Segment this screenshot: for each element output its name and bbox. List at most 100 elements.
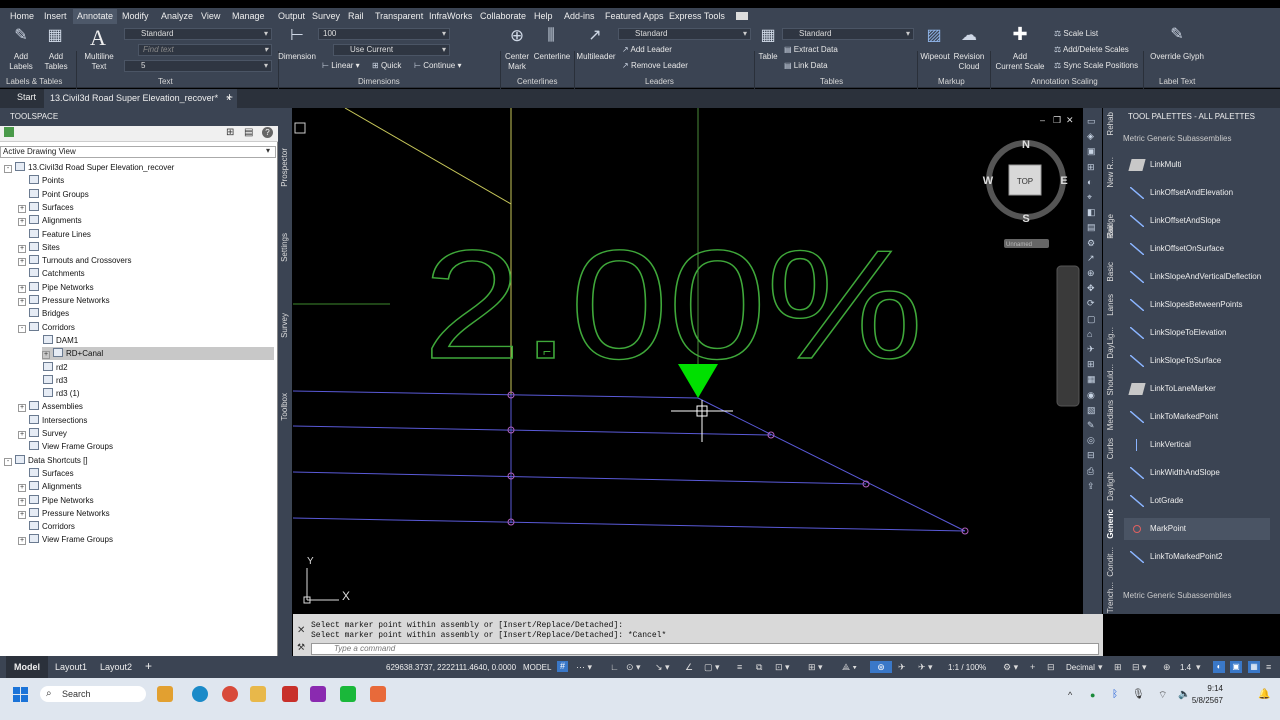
gear-icon[interactable]: ⚙ ▾ <box>1003 662 1018 673</box>
tree-item[interactable]: + Sites <box>18 241 60 254</box>
tray-chevron-up-icon[interactable]: ^ <box>1068 690 1072 700</box>
menu-view[interactable]: View <box>201 11 220 21</box>
export-icon[interactable]: ⇪ <box>1087 481 1095 492</box>
minimize-icon[interactable]: – <box>1040 115 1045 125</box>
override-glyph-button[interactable]: Override Glyph <box>1146 52 1208 62</box>
tree-item[interactable]: + Pipe Networks <box>18 494 94 507</box>
add-leader-button[interactable]: ↗ Add Leader <box>622 45 672 54</box>
osnap-tracking-icon[interactable]: ∠ <box>685 662 693 673</box>
table-style-select[interactable]: Standard <box>782 28 914 40</box>
tree-item[interactable]: + Pressure Networks <box>18 507 110 520</box>
multileader-button[interactable]: Multileader <box>575 52 617 62</box>
viewport-menu-icon[interactable] <box>294 122 306 134</box>
tree-item[interactable]: + Survey <box>18 427 67 440</box>
tree-item[interactable]: + RD+Canal <box>42 347 274 361</box>
viewcube[interactable]: TOP N S E W <box>983 139 1068 225</box>
wifi-icon[interactable]: ⌔ <box>1158 689 1167 702</box>
tree-item[interactable]: - Corridors <box>18 321 75 334</box>
palette-item[interactable]: LinkMulti <box>1124 154 1270 176</box>
quick-properties-icon[interactable]: ⊞ <box>1114 662 1122 673</box>
expand-icon[interactable]: + <box>18 431 26 439</box>
expand-icon[interactable]: + <box>18 244 26 253</box>
palette-tab-generic[interactable]: Generic <box>1106 509 1115 539</box>
palette-item[interactable]: LinkSlopeAndVerticalDeflection <box>1124 266 1270 288</box>
side-tab-survey[interactable]: Survey <box>280 313 289 338</box>
fly-icon[interactable]: ✈ <box>1087 344 1095 355</box>
continue-button[interactable]: ⊢ Continue ▾ <box>414 61 461 70</box>
units-icon[interactable]: ⊟ <box>1047 662 1055 673</box>
remove-leader-button[interactable]: ↗ Remove Leader <box>622 61 688 70</box>
model-space-toggle[interactable]: MODEL <box>523 663 551 672</box>
table-button[interactable]: Table <box>755 52 781 62</box>
dim-scale-select[interactable]: 100 <box>318 28 450 40</box>
tree-item[interactable]: + Pipe Networks <box>18 281 94 294</box>
menu-home[interactable]: Home <box>10 11 34 21</box>
drawing-view-select[interactable]: Active Drawing View <box>0 146 276 158</box>
tree-item[interactable]: + Assemblies <box>18 400 83 413</box>
tree-item[interactable]: - 13.Civil3d Road Super Elevation_recover <box>4 161 174 174</box>
measure-icon[interactable]: ✎ <box>1087 420 1095 431</box>
lineweight-icon[interactable]: ≡ <box>737 662 742 672</box>
palette-item[interactable]: LotGrade <box>1124 490 1270 512</box>
restore-icon[interactable]: ❐ <box>1053 115 1061 125</box>
expand-icon[interactable]: + <box>18 218 26 227</box>
palette-tab-new-r-[interactable]: New R... <box>1106 157 1115 188</box>
properties-icon[interactable]: ▭ <box>1087 116 1096 127</box>
civil3d-taskbar-icon[interactable] <box>310 686 326 702</box>
expand-icon[interactable]: + <box>18 204 26 213</box>
menu-survey[interactable]: Survey <box>312 11 340 21</box>
layer-icon[interactable]: ◈ <box>1087 131 1094 142</box>
tree-item[interactable]: - Data Shortcuts [] <box>4 454 88 467</box>
collapse-icon[interactable]: - <box>4 165 12 173</box>
tree-item[interactable]: Point Groups <box>18 188 89 201</box>
expand-icon[interactable]: + <box>18 284 26 293</box>
palette-item[interactable]: LinkOffsetOnSurface <box>1124 238 1270 260</box>
bluetooth-icon[interactable]: ᛒ <box>1112 689 1118 700</box>
ortho-icon[interactable]: ∟ <box>610 662 619 672</box>
ribbon-toggle-icon[interactable] <box>736 12 748 20</box>
tab-document[interactable]: 13.Civil3d Road Super Elevation_recover*… <box>44 89 238 108</box>
compass-w[interactable]: W <box>983 175 994 187</box>
line-taskbar-icon[interactable] <box>340 686 356 702</box>
ucs-menu-label[interactable]: Unnamed <box>1006 242 1032 248</box>
chevron-down-icon[interactable]: ▾ <box>1196 662 1201 673</box>
dimension-button[interactable]: Dimension <box>278 52 316 62</box>
menu-collaborate[interactable]: Collaborate <box>480 11 526 21</box>
expand-icon[interactable]: + <box>18 510 26 519</box>
tree-item[interactable]: + Pressure Networks <box>18 294 110 307</box>
tree-item[interactable]: rd3 <box>32 374 68 387</box>
compass-e[interactable]: E <box>1060 175 1067 187</box>
dim-layer-select[interactable]: Use Current <box>333 44 450 56</box>
palette-item[interactable]: LinkToMarkedPoint2 <box>1124 546 1270 568</box>
orbit-icon[interactable]: ⟳ <box>1087 298 1095 309</box>
palette-tab-curbs[interactable]: Curbs <box>1106 438 1115 459</box>
link-data-button[interactable]: ▤ Link Data <box>784 61 828 70</box>
window-icon[interactable]: ▢ <box>1087 314 1096 325</box>
close-viewport-icon[interactable]: ✕ <box>1066 115 1074 125</box>
add-current-scale-button[interactable]: Add Current Scale <box>994 52 1046 72</box>
scale-list-button[interactable]: ⚖ Scale List <box>1054 29 1098 38</box>
menu-output[interactable]: Output <box>278 11 305 21</box>
expand-icon[interactable]: + <box>18 537 26 546</box>
compass-n[interactable]: N <box>1022 139 1030 151</box>
side-tab-settings[interactable]: Settings <box>280 233 289 262</box>
tree-item[interactable]: Surfaces <box>18 467 74 480</box>
viewcube-top-label[interactable]: TOP <box>1017 177 1033 186</box>
expand-icon[interactable]: + <box>42 351 50 360</box>
print-icon[interactable]: ⎙ <box>1087 466 1094 477</box>
snap-icon[interactable]: ⋯ ▾ <box>576 662 592 673</box>
drawing-canvas[interactable]: 2.00% ⌐ Y X TOP N S E W Unnamed – ❐ ✕ <box>292 107 1082 614</box>
revision-cloud-button[interactable]: Revision Cloud <box>952 52 986 72</box>
palette-item[interactable]: LinkVertical <box>1124 434 1270 456</box>
linear-button[interactable]: ⊢ Linear ▾ <box>322 61 360 70</box>
folder-taskbar-icon[interactable] <box>250 686 266 702</box>
palette-item[interactable]: LinkSlopeToSurface <box>1124 350 1270 372</box>
menu-transparent[interactable]: Transparent <box>375 11 423 21</box>
transparency-icon[interactable]: ⧉ <box>756 662 762 673</box>
menu-express-tools[interactable]: Express Tools <box>669 11 725 21</box>
view-icon[interactable]: ◎ <box>1087 435 1095 446</box>
help-icon[interactable]: ? <box>262 127 273 138</box>
annotation-monitor-icon[interactable]: ✈ <box>898 662 906 673</box>
expand-icon[interactable]: + <box>18 404 26 413</box>
menu-featured-apps[interactable]: Featured Apps <box>605 11 664 21</box>
